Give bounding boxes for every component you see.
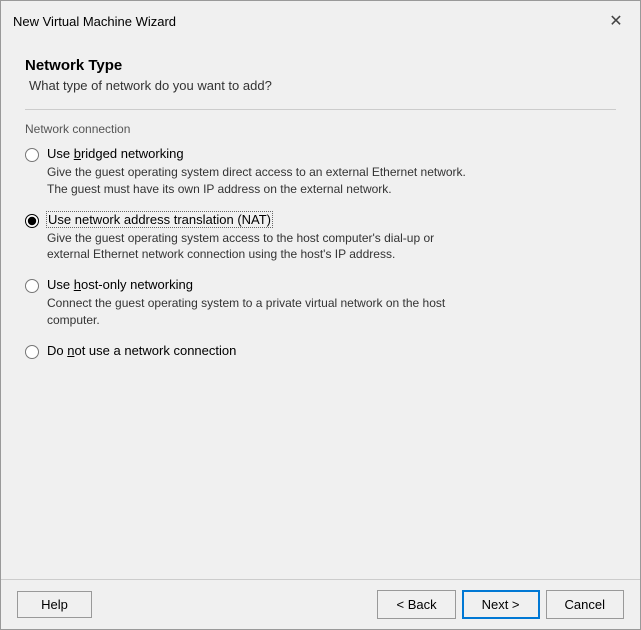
- radio-hostonly[interactable]: [25, 279, 39, 293]
- radio-nat[interactable]: [25, 214, 39, 228]
- close-button[interactable]: ✕: [604, 9, 628, 33]
- option-hostonly-row: Use host-only networking: [25, 277, 616, 293]
- option-nat-label: Use network address translation (NAT): [47, 212, 272, 227]
- help-button[interactable]: Help: [17, 591, 92, 618]
- footer: Help < Back Next > Cancel: [1, 580, 640, 629]
- option-hostonly-group: Use host-only networking Connect the gue…: [25, 277, 616, 329]
- cancel-button[interactable]: Cancel: [546, 590, 624, 619]
- radio-bridged[interactable]: [25, 148, 39, 162]
- option-bridged-desc: Give the guest operating system direct a…: [47, 164, 616, 198]
- footer-right: < Back Next > Cancel: [377, 590, 624, 619]
- title-bar: New Virtual Machine Wizard ✕: [1, 1, 640, 41]
- next-button[interactable]: Next >: [462, 590, 540, 619]
- option-hostonly-desc: Connect the guest operating system to a …: [47, 295, 616, 329]
- option-bridged-row: Use bridged networking: [25, 146, 616, 162]
- back-button[interactable]: < Back: [377, 590, 455, 619]
- option-bridged-label: Use bridged networking: [47, 146, 184, 161]
- page-subtitle: What type of network do you want to add?: [25, 78, 616, 93]
- option-none-label: Do not use a network connection: [47, 343, 236, 358]
- top-divider: [25, 109, 616, 110]
- option-none-group: Do not use a network connection: [25, 343, 616, 359]
- footer-left: Help: [17, 591, 92, 618]
- option-nat-group: Use network address translation (NAT) Gi…: [25, 212, 616, 264]
- radio-none[interactable]: [25, 345, 39, 359]
- dialog-window: New Virtual Machine Wizard ✕ Network Typ…: [0, 0, 641, 630]
- dialog-title: New Virtual Machine Wizard: [13, 14, 176, 29]
- page-title: Network Type: [25, 57, 616, 74]
- option-bridged-group: Use bridged networking Give the guest op…: [25, 146, 616, 198]
- options-area: Use bridged networking Give the guest op…: [25, 146, 616, 563]
- option-none-row: Do not use a network connection: [25, 343, 616, 359]
- option-nat-desc: Give the guest operating system access t…: [47, 230, 616, 264]
- option-hostonly-label: Use host-only networking: [47, 277, 193, 292]
- content-area: Network Type What type of network do you…: [1, 41, 640, 571]
- option-nat-row: Use network address translation (NAT): [25, 212, 616, 228]
- network-connection-label: Network connection: [25, 122, 616, 136]
